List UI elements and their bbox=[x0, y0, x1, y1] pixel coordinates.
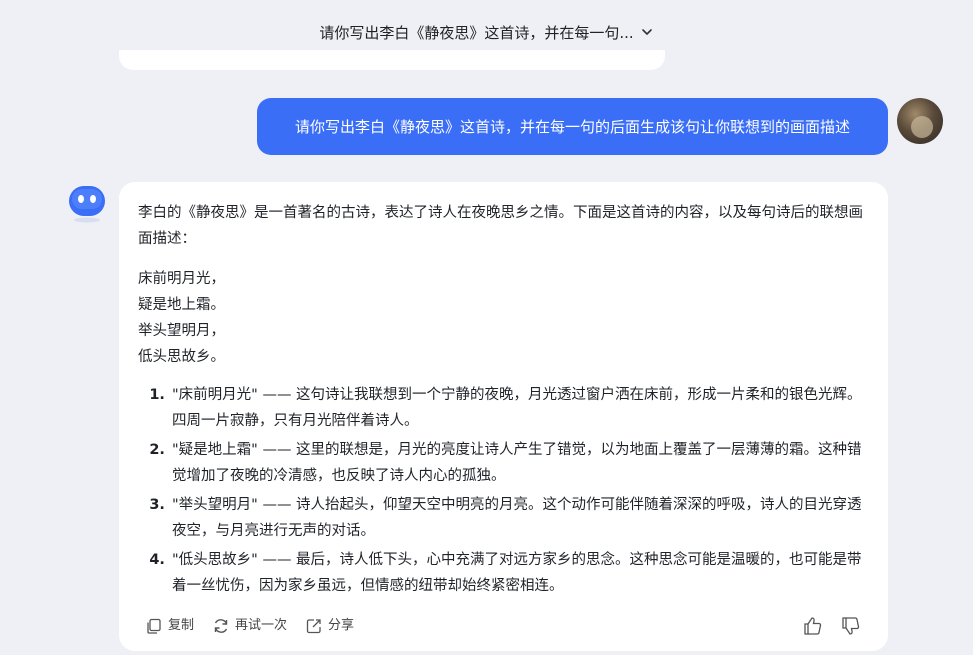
poem-line: 举头望明月， bbox=[138, 323, 225, 339]
user-avatar bbox=[897, 98, 943, 144]
poem-line: 低头思故乡。 bbox=[138, 349, 225, 365]
thumbs-down-icon bbox=[842, 617, 860, 635]
list-item: "疑是地上霜" —— 这里的联想是，月光的亮度让诗人产生了错觉，以为地面上覆盖了… bbox=[170, 437, 866, 489]
copy-label: 复制 bbox=[168, 618, 195, 633]
conversation-title-dropdown[interactable]: 请你写出李白《静夜思》这首诗，并在每一句... bbox=[319, 22, 653, 43]
retry-button[interactable]: 再试一次 bbox=[212, 613, 287, 639]
bot-intro-text: 李白的《静夜思》是一首著名的古诗，表达了诗人在夜晚思乡之情。下面是这首诗的内容，… bbox=[138, 205, 863, 247]
bot-message-card: 李白的《静夜思》是一首著名的古诗，表达了诗人在夜晚思乡之情。下面是这首诗的内容，… bbox=[119, 182, 888, 651]
list-item: "低头思故乡" —— 最后，诗人低下头，心中充满了对远方家乡的思念。这种思念可能… bbox=[170, 547, 866, 599]
message-actions: 复制 再试一次 分享 bbox=[145, 614, 862, 638]
thumbs-up-icon bbox=[804, 617, 822, 635]
chevron-down-icon bbox=[641, 29, 652, 35]
user-message-bubble: 请你写出李白《静夜思》这首诗，并在每一句的后面生成该句让你联想到的画面描述 bbox=[257, 98, 888, 155]
share-icon bbox=[306, 619, 321, 634]
copy-icon bbox=[147, 618, 161, 634]
description-list: "床前明月光" —— 这句诗让我联想到一个宁静的夜晚，月光透过窗户洒在床前，形成… bbox=[138, 382, 866, 599]
list-item: "床前明月光" —— 这句诗让我联想到一个宁静的夜晚，月光透过窗户洒在床前，形成… bbox=[170, 382, 866, 434]
thumbs-down-button[interactable] bbox=[840, 615, 862, 637]
refresh-icon bbox=[214, 619, 228, 633]
thumbs-up-button[interactable] bbox=[802, 615, 824, 637]
retry-label: 再试一次 bbox=[235, 618, 288, 633]
user-message-text: 请你写出李白《静夜思》这首诗，并在每一句的后面生成该句让你联想到的画面描述 bbox=[294, 118, 850, 136]
share-button[interactable]: 分享 bbox=[305, 613, 354, 639]
conversation-title: 请你写出李白《静夜思》这首诗，并在每一句... bbox=[319, 23, 634, 42]
poem-block: 床前明月光， 疑是地上霜。 举头望明月， 低头思故乡。 bbox=[138, 266, 866, 370]
poem-line: 床前明月光， bbox=[138, 271, 225, 287]
previous-message-card-edge bbox=[119, 50, 665, 70]
poem-line: 疑是地上霜。 bbox=[138, 297, 225, 313]
list-item: "举头望明月" —— 诗人抬起头，仰望天空中明亮的月亮。这个动作可能伴随着深深的… bbox=[170, 492, 866, 544]
share-label: 分享 bbox=[328, 618, 355, 633]
copy-button[interactable]: 复制 bbox=[145, 613, 194, 639]
bot-avatar-icon bbox=[69, 186, 105, 223]
